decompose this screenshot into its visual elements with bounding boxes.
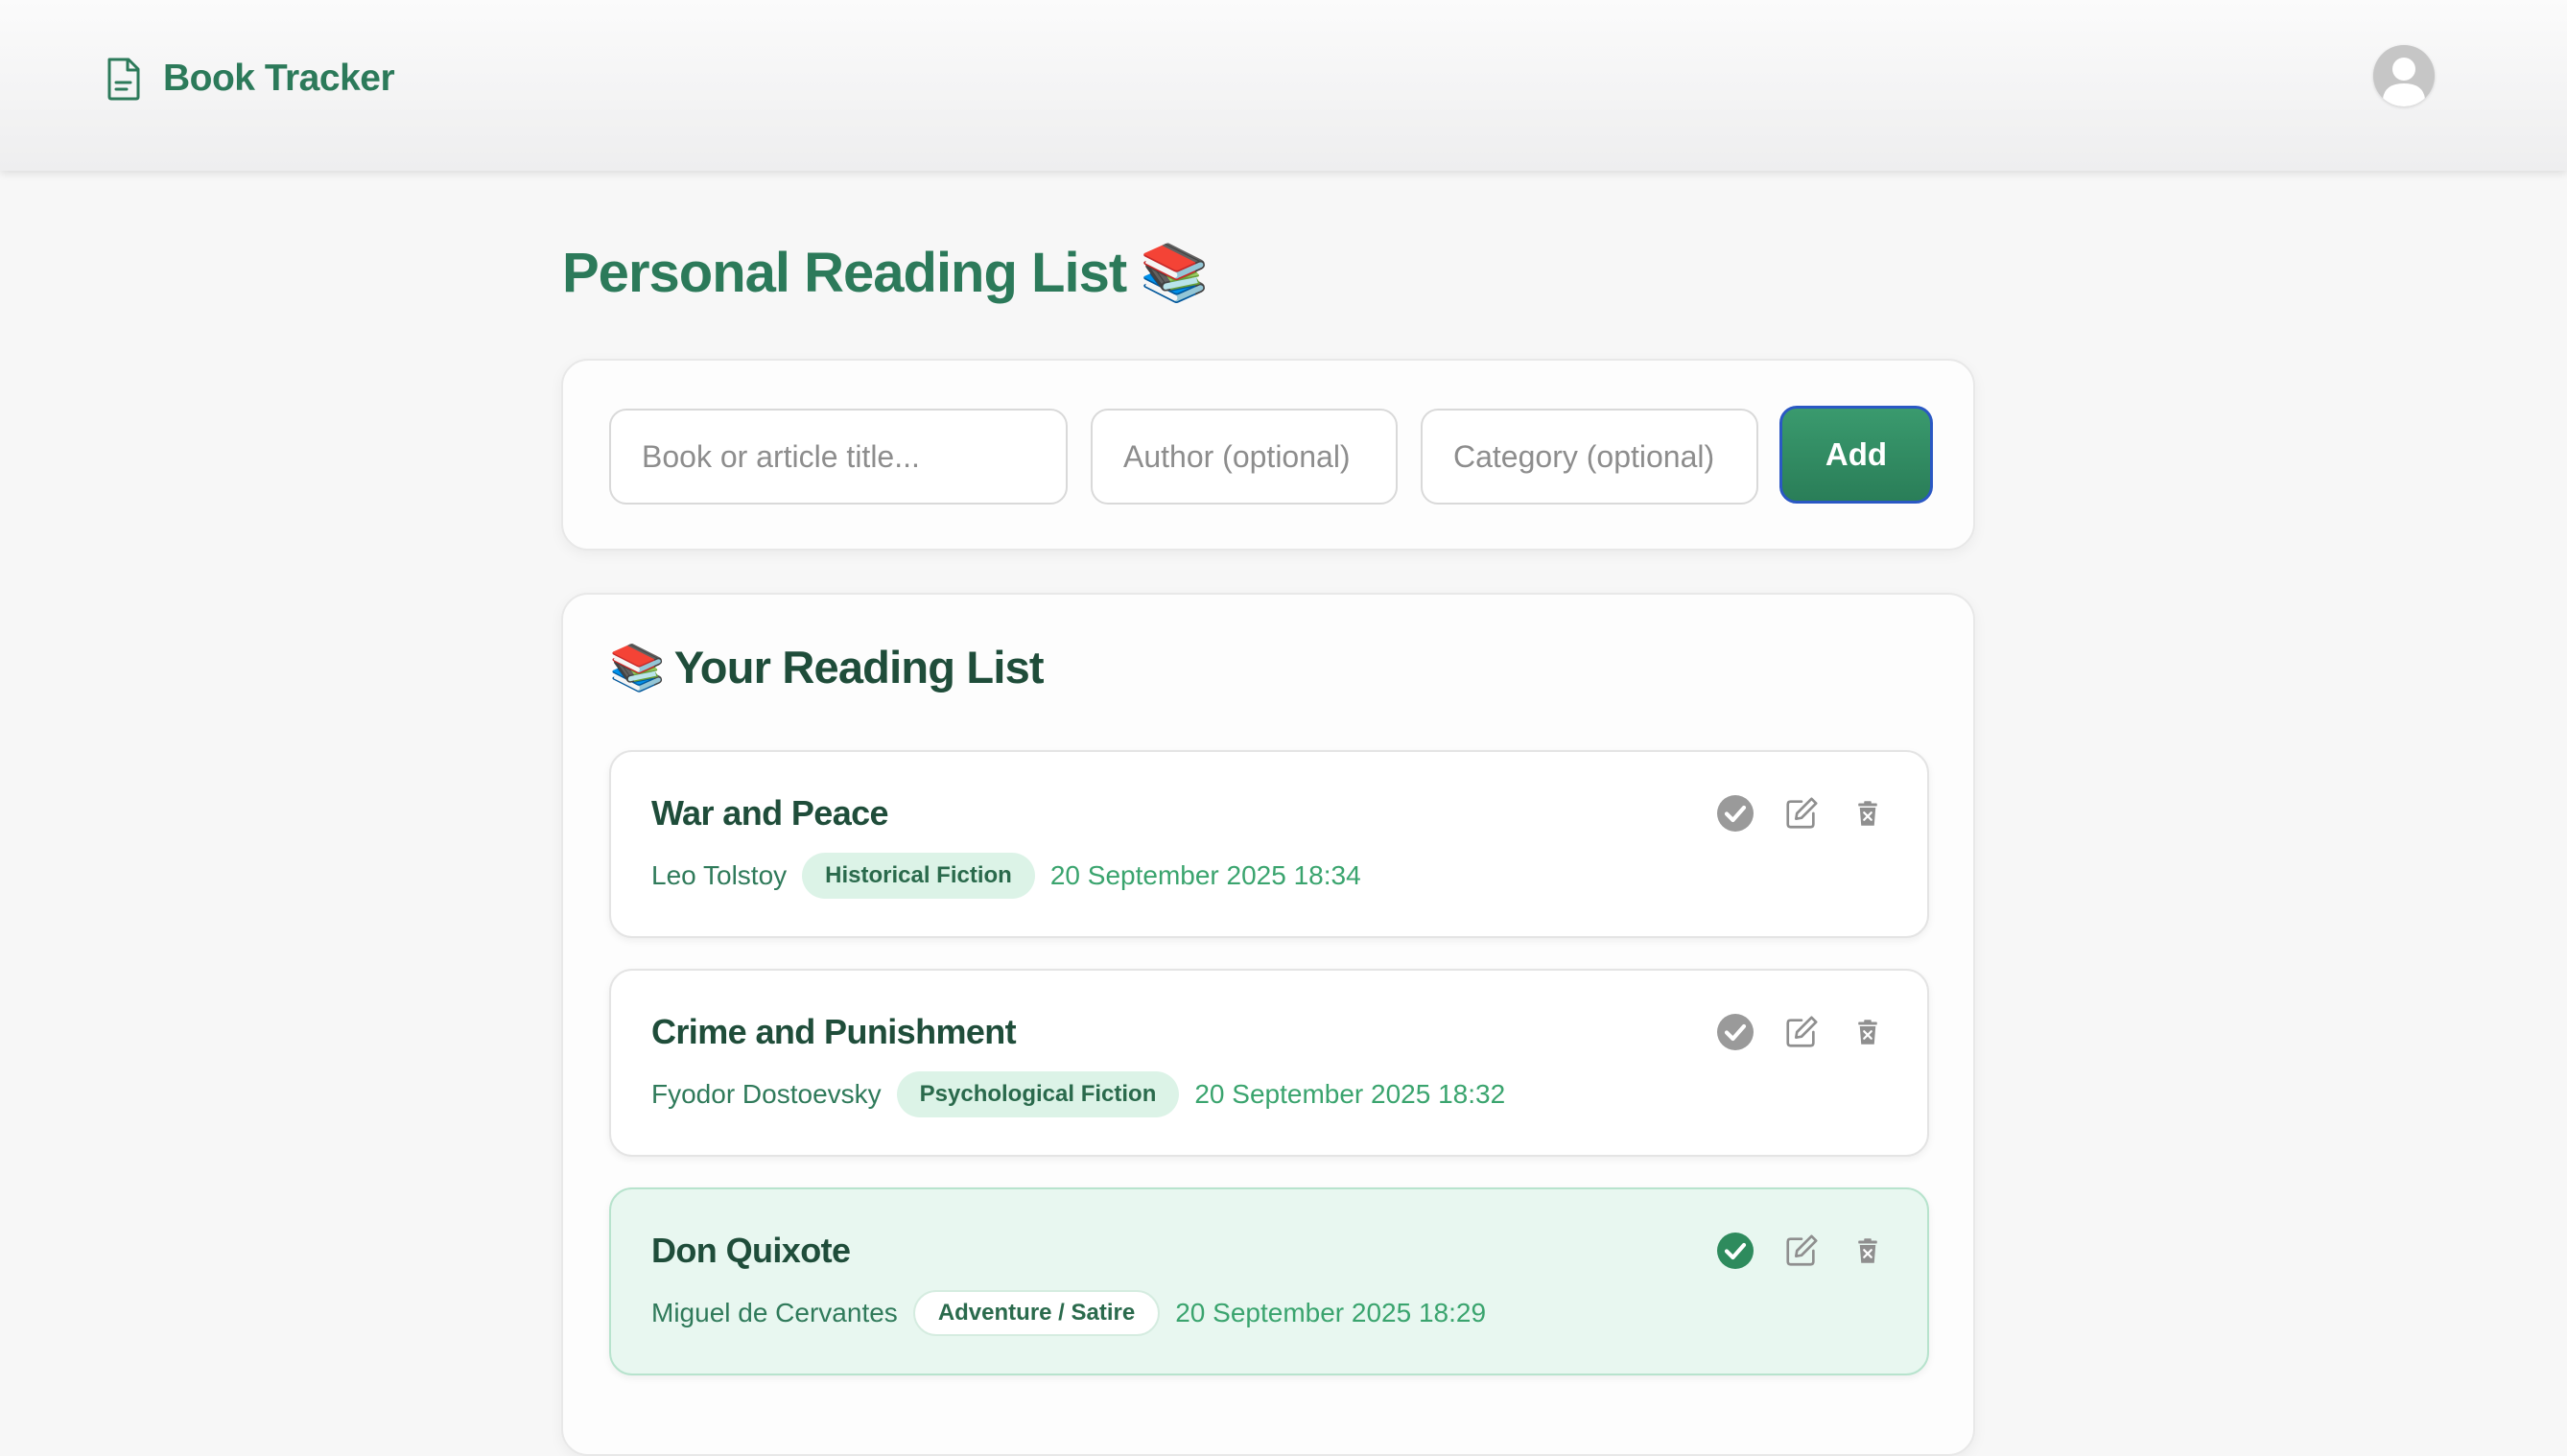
check-circle-icon (1717, 1233, 1754, 1269)
edit-button[interactable] (1782, 794, 1821, 833)
mark-read-button[interactable] (1716, 794, 1755, 833)
item-meta: Fyodor Dostoevsky Psychological Fiction … (651, 1070, 1505, 1118)
delete-button[interactable] (1849, 794, 1887, 833)
page-title: Personal Reading List 📚 (562, 242, 1209, 304)
item-title: Don Quixote (651, 1231, 851, 1270)
reading-item: War and Peace Leo Tolstoy Historical Fic… (609, 750, 1929, 938)
check-circle-icon (1717, 795, 1754, 832)
item-actions (1716, 1232, 1887, 1270)
delete-button[interactable] (1849, 1013, 1887, 1051)
item-meta: Leo Tolstoy Historical Fiction 20 Septem… (651, 852, 1361, 900)
trash-icon (1858, 801, 1877, 826)
category-tag: Adventure / Satire (912, 1290, 1161, 1336)
document-icon (107, 58, 140, 101)
app-title: Book Tracker (163, 58, 395, 99)
item-title: Crime and Punishment (651, 1012, 1017, 1051)
item-date: 20 September 2025 18:32 (1194, 1079, 1506, 1109)
list-heading-text: Your Reading List (673, 642, 1045, 693)
reading-item-completed: Don Quixote Miguel de Cervantes Adventur… (609, 1187, 1929, 1375)
title-input[interactable] (609, 409, 1068, 505)
top-bar: Book Tracker (0, 0, 2567, 171)
author-input[interactable] (1091, 409, 1398, 505)
category-tag: Psychological Fiction (896, 1071, 1180, 1117)
category-input[interactable] (1421, 409, 1758, 505)
item-title: War and Peace (651, 793, 889, 833)
item-date: 20 September 2025 18:29 (1175, 1298, 1487, 1327)
books-icon: 📚 (609, 642, 666, 693)
page-title-text: Personal Reading List (562, 242, 1127, 304)
user-avatar[interactable] (2373, 45, 2435, 106)
item-author: Miguel de Cervantes (651, 1298, 898, 1327)
edit-button[interactable] (1782, 1013, 1821, 1051)
trash-icon (1858, 1238, 1877, 1263)
item-author: Leo Tolstoy (651, 860, 788, 890)
reading-item: Crime and Punishment Fyodor Dostoevsky P… (609, 969, 1929, 1157)
mark-read-button[interactable] (1716, 1232, 1755, 1270)
edit-button[interactable] (1782, 1232, 1821, 1270)
item-date: 20 September 2025 18:34 (1049, 860, 1361, 890)
item-actions (1716, 794, 1887, 833)
check-circle-icon (1717, 1014, 1754, 1050)
reading-list-card: 📚 Your Reading List War and Peace Leo To… (561, 593, 1975, 1456)
trash-icon (1858, 1020, 1877, 1045)
item-actions (1716, 1013, 1887, 1051)
item-meta: Miguel de Cervantes Adventure / Satire 2… (651, 1289, 1486, 1337)
delete-button[interactable] (1849, 1232, 1887, 1270)
item-author: Fyodor Dostoevsky (651, 1079, 882, 1109)
user-avatar-icon (2373, 45, 2435, 106)
add-item-form: Add (561, 359, 1975, 551)
category-tag: Historical Fiction (802, 853, 1035, 899)
add-button[interactable]: Add (1779, 406, 1933, 504)
edit-icon (1786, 797, 1818, 829)
edit-icon (1786, 1234, 1818, 1266)
edit-icon (1786, 1016, 1818, 1047)
mark-read-button[interactable] (1716, 1013, 1755, 1051)
list-heading: 📚 Your Reading List (609, 642, 1045, 693)
brand[interactable]: Book Tracker (106, 52, 395, 106)
books-icon: 📚 (1140, 242, 1209, 304)
